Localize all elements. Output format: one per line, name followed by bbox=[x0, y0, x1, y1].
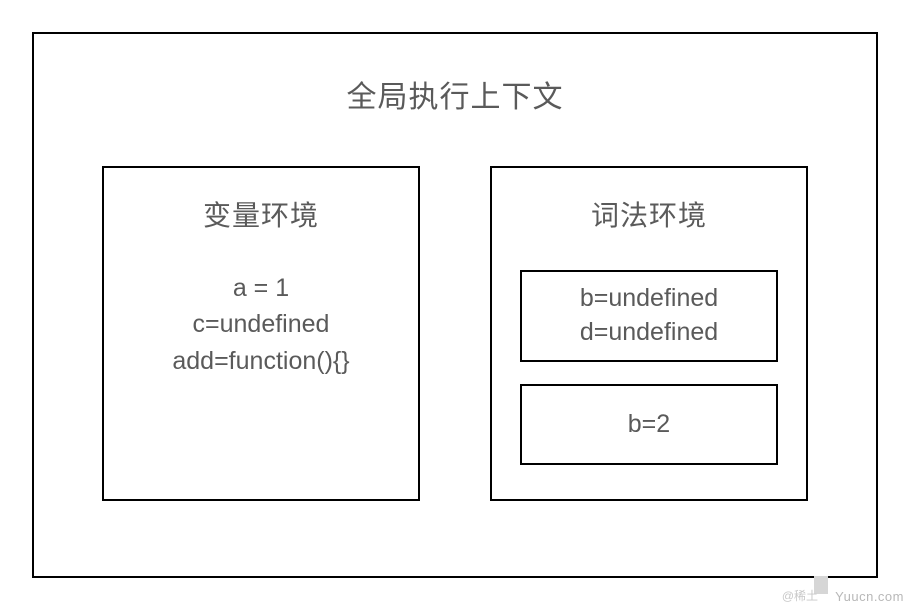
watermark-left-text: @稀土 bbox=[782, 587, 818, 604]
scope-line: d=undefined bbox=[528, 316, 770, 350]
variable-environment-panel: 变量环境 a = 1 c=undefined add=function(){} bbox=[102, 166, 420, 501]
var-line: c=undefined bbox=[172, 306, 349, 342]
variable-environment-title: 变量环境 bbox=[203, 194, 319, 234]
variable-environment-vars: a = 1 c=undefined add=function(){} bbox=[172, 270, 349, 379]
global-execution-context-box: 全局执行上下文 变量环境 a = 1 c=undefined add=funct… bbox=[32, 32, 878, 578]
lexical-scope-block: b=undefined d=undefined bbox=[520, 270, 778, 362]
scope-line: b=2 bbox=[528, 408, 770, 442]
lexical-environment-panel: 词法环境 b=undefined d=undefined b=2 bbox=[490, 166, 808, 501]
watermark-right-text: Yuucn.com bbox=[835, 589, 904, 604]
environments-row: 变量环境 a = 1 c=undefined add=function(){} … bbox=[102, 166, 808, 501]
var-line: a = 1 bbox=[172, 270, 349, 306]
scope-line: b=undefined bbox=[528, 282, 770, 316]
var-line: add=function(){} bbox=[172, 343, 349, 379]
lexical-scopes-container: b=undefined d=undefined b=2 bbox=[492, 270, 806, 465]
diagram-title: 全局执行上下文 bbox=[347, 72, 564, 116]
lexical-scope-block: b=2 bbox=[520, 384, 778, 466]
lexical-environment-title: 词法环境 bbox=[591, 194, 707, 234]
